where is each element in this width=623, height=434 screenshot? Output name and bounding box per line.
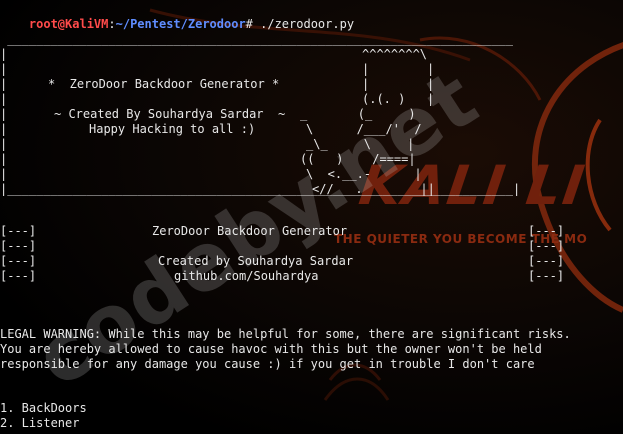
menu-item-backdoors[interactable]: 1. BackDoors	[0, 401, 87, 416]
info-right-tag: [---]	[528, 269, 565, 283]
banner-left-border: |	[0, 77, 8, 91]
ascii-art-line: <//___. ||	[312, 182, 435, 196]
banner-created-by: ~ Created By Souhardya Sardar ~	[54, 107, 286, 121]
banner-bottom-rule: |_______________________________________…	[0, 182, 521, 196]
prompt-command: ./zerodoor.py	[252, 17, 355, 31]
terminal-window[interactable]: KALI LI THE QUIETER YOU BECOME THE MO co…	[0, 0, 623, 434]
info-created-by: Created by Souhardya Sardar	[158, 254, 354, 268]
info-right-tag: [---]	[528, 224, 565, 238]
prompt-path: ~/Pentest/Zerodoor	[115, 17, 246, 31]
info-left-tag: [---]	[0, 254, 37, 268]
banner-left-border: |	[0, 137, 8, 151]
ascii-art-line: \ <.__.- |	[306, 167, 422, 181]
info-left-tag: [---]	[0, 239, 37, 253]
legal-warning-line: responsible for any damage you cause :) …	[0, 357, 535, 371]
banner-left-border: |	[0, 62, 8, 76]
prompt-symbol: #	[245, 17, 253, 31]
ascii-art-line: _ (_ )	[300, 107, 416, 121]
menu-item-listener[interactable]: 2. Listener	[0, 416, 79, 431]
banner-left-border: |	[0, 167, 8, 181]
prompt-user-host: root@KaliVM	[28, 17, 109, 31]
command-prompt-line: root@KaliVM:~/Pentest/Zerodoor# ./zerodo…	[0, 2, 354, 31]
ascii-art-line: | |	[362, 62, 435, 76]
banner-top-rule: ________________________________________…	[0, 32, 513, 46]
info-github: github.com/Souhardya	[174, 269, 319, 283]
banner-left-border: |	[0, 152, 8, 166]
info-left-tag: [---]	[0, 269, 37, 283]
banner-title: * ZeroDoor Backdoor Generator *	[48, 77, 280, 91]
banner-left-border: |	[0, 107, 8, 121]
ascii-art-line: _\_ \ |	[306, 137, 415, 151]
ascii-art-line: (( ) /====|	[300, 152, 416, 166]
info-right-tag: [---]	[528, 239, 565, 253]
legal-warning-line: LEGAL WARNING: While this may be helpful…	[0, 327, 571, 341]
ascii-art-line: \ /___/' /	[306, 122, 422, 136]
legal-warning-line: You are hereby allowed to cause havoc wi…	[0, 342, 542, 356]
prompt-separator: :	[108, 17, 116, 31]
info-title: ZeroDoor Backdoor Generator	[152, 224, 348, 238]
ascii-art-line: (.(. ) |	[362, 92, 435, 106]
banner-left-border: |	[0, 122, 8, 136]
banner-left-border: |	[0, 92, 8, 106]
ascii-art-line: | |	[362, 77, 435, 91]
ascii-art-line: ^^^^^^^^\	[362, 47, 428, 61]
info-left-tag: [---]	[0, 224, 37, 238]
banner-happy-hacking: Happy Hacking to all :)	[89, 122, 256, 136]
info-right-tag: [---]	[528, 254, 565, 268]
banner-left-border: |	[0, 47, 8, 61]
